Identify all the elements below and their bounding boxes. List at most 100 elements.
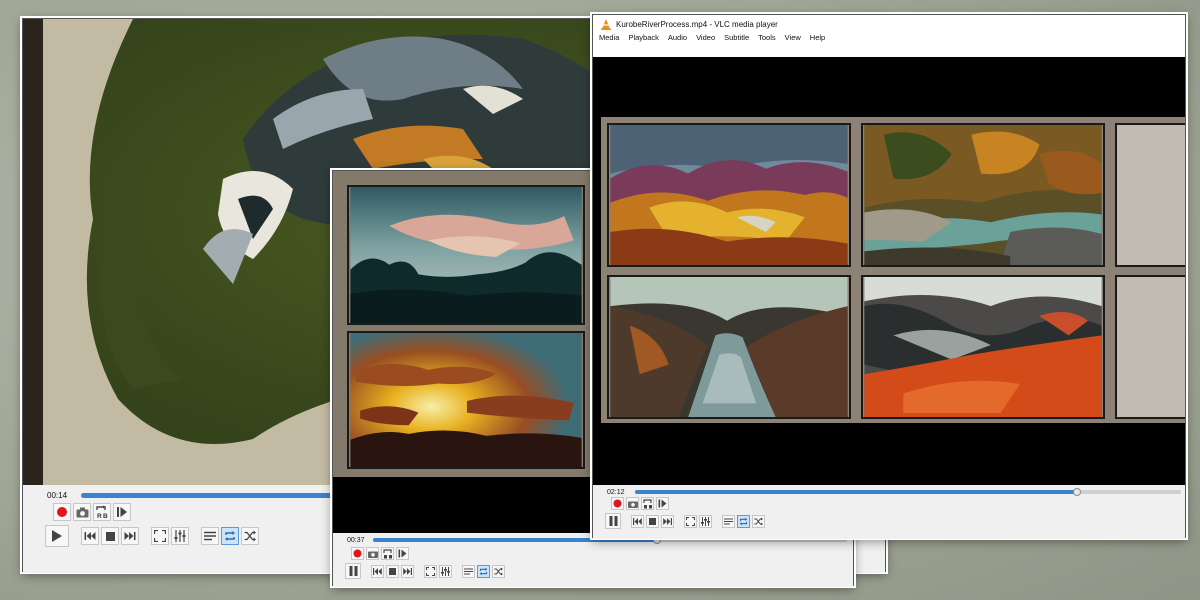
next-icon [124, 532, 136, 540]
snapshot-button[interactable] [73, 503, 91, 521]
shuffle-icon [244, 530, 256, 542]
snapshot-icon [627, 501, 638, 508]
extended-settings-button[interactable] [699, 514, 712, 528]
previous-button[interactable] [371, 564, 384, 578]
ab-loop-button[interactable] [641, 497, 654, 510]
menu-media[interactable]: Media [599, 33, 619, 42]
previous-icon [373, 567, 382, 575]
extended-settings-icon [701, 516, 710, 526]
shuffle-button[interactable] [752, 514, 765, 528]
playlist-button[interactable] [201, 527, 219, 545]
stop-icon [105, 531, 115, 541]
controls-panel: 02:12 [593, 485, 1185, 539]
next-button[interactable] [401, 564, 414, 578]
main-controls [45, 525, 259, 547]
loop-icon [225, 531, 235, 541]
advanced-controls [611, 497, 669, 510]
record-button[interactable] [53, 503, 71, 521]
ab-loop-icon [642, 498, 652, 508]
menu-bar: Media Playback Audio Video Subtitle Tool… [599, 33, 825, 42]
shuffle-icon [754, 517, 763, 525]
video-area[interactable] [593, 57, 1185, 485]
playlist-button[interactable] [722, 514, 735, 528]
record-icon [353, 549, 362, 558]
painting-abstract-red [861, 275, 1105, 419]
menu-help[interactable]: Help [810, 33, 825, 42]
elapsed-time: 00:37 [347, 536, 365, 544]
previous-button[interactable] [631, 514, 644, 528]
record-icon [57, 507, 67, 517]
seek-row: 02:12 [607, 486, 1181, 498]
painting-valley-river [607, 275, 851, 419]
loop-icon [479, 567, 488, 575]
previous-icon [633, 517, 642, 525]
menu-playback[interactable]: Playback [628, 33, 658, 42]
record-button[interactable] [351, 547, 364, 560]
loop-button[interactable] [477, 564, 490, 578]
pause-button[interactable] [345, 563, 361, 579]
extended-settings-button[interactable] [171, 527, 189, 545]
loop-button[interactable] [737, 514, 750, 528]
fullscreen-button[interactable] [684, 514, 697, 528]
menu-video[interactable]: Video [696, 33, 715, 42]
pause-icon [349, 566, 357, 576]
menu-view[interactable]: View [785, 33, 801, 42]
snapshot-icon [76, 507, 88, 517]
extended-settings-button[interactable] [439, 564, 452, 578]
loop-icon [739, 517, 748, 525]
main-controls [345, 563, 505, 579]
menu-audio[interactable]: Audio [668, 33, 687, 42]
play-button[interactable] [45, 525, 69, 547]
pause-icon [609, 516, 617, 526]
menu-tools[interactable]: Tools [758, 33, 776, 42]
painting-dusk-sky [347, 185, 585, 325]
extended-settings-icon [174, 530, 186, 542]
title-bar[interactable]: KurobeRiverProcess.mp4 - VLC media playe… [593, 15, 1185, 31]
pause-button[interactable] [605, 513, 621, 529]
window-title: KurobeRiverProcess.mp4 - VLC media playe… [616, 20, 778, 29]
previous-button[interactable] [81, 527, 99, 545]
menu-subtitle[interactable]: Subtitle [724, 33, 749, 42]
fullscreen-icon [154, 530, 166, 542]
vlc-cone-icon [601, 19, 611, 30]
stop-button[interactable] [386, 564, 399, 578]
stop-icon [389, 567, 396, 575]
fullscreen-button[interactable] [151, 527, 169, 545]
shuffle-button[interactable] [492, 564, 505, 578]
next-button[interactable] [121, 527, 139, 545]
painting-autumn-mountains [607, 123, 851, 267]
next-button[interactable] [661, 514, 674, 528]
vlc-window-front: KurobeRiverProcess.mp4 - VLC media playe… [592, 14, 1186, 539]
elapsed-time: 02:12 [607, 488, 625, 496]
painting-blank-right-top [1115, 123, 1185, 267]
playlist-button[interactable] [462, 564, 475, 578]
record-button[interactable] [611, 497, 624, 510]
frame-step-icon [117, 507, 127, 517]
previous-icon [84, 532, 96, 540]
ab-loop-button[interactable]: RB [93, 503, 111, 521]
playlist-icon [204, 531, 216, 541]
frame-step-button[interactable] [396, 547, 409, 560]
next-icon [403, 567, 412, 575]
ab-loop-icon [382, 548, 392, 558]
snapshot-button[interactable] [366, 547, 379, 560]
seek-progress-fill [635, 490, 1078, 494]
snapshot-icon [367, 551, 378, 558]
stop-button[interactable] [101, 527, 119, 545]
frame-step-button[interactable] [656, 497, 669, 510]
frame-step-icon [398, 549, 407, 558]
seek-bar[interactable] [635, 488, 1181, 496]
frame-step-button[interactable] [113, 503, 131, 521]
elapsed-time: 00:14 [47, 490, 68, 500]
fullscreen-icon [426, 566, 435, 576]
stop-button[interactable] [646, 514, 659, 528]
painting-golden-sunset [347, 331, 585, 469]
snapshot-button[interactable] [626, 497, 639, 510]
shuffle-button[interactable] [241, 527, 259, 545]
fullscreen-button[interactable] [424, 564, 437, 578]
ab-loop-button[interactable] [381, 547, 394, 560]
seek-handle[interactable] [1073, 488, 1082, 496]
loop-button[interactable] [221, 527, 239, 545]
stop-icon [649, 517, 656, 525]
extended-settings-icon [441, 566, 450, 576]
